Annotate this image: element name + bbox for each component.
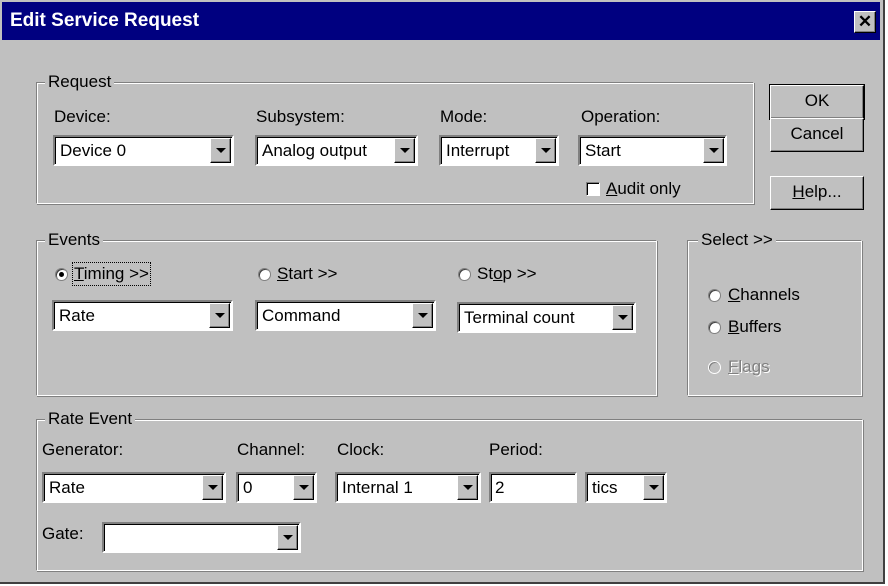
period-input[interactable]: 2 — [489, 472, 577, 503]
start-value: Command — [262, 306, 341, 325]
gate-dropdown[interactable] — [102, 522, 301, 553]
flags-label: Flags — [728, 357, 770, 377]
start-dropdown[interactable]: Command — [255, 300, 436, 331]
chevron-down-icon[interactable] — [394, 138, 415, 163]
stop-value: Terminal count — [464, 308, 575, 327]
timing-radio[interactable] — [55, 268, 68, 281]
generator-value: Rate — [49, 478, 85, 497]
audit-only-checkbox[interactable] — [586, 182, 600, 196]
channels-radio[interactable] — [708, 289, 721, 302]
title-bar: Edit Service Request ✕ — [2, 2, 880, 40]
gate-label: Gate: — [42, 524, 84, 543]
buffers-accel: B — [728, 317, 740, 336]
operation-dropdown[interactable]: Start — [578, 135, 727, 166]
stop-radio[interactable] — [458, 268, 471, 281]
stop-dropdown[interactable]: Terminal count — [457, 302, 636, 333]
start-radio[interactable] — [258, 268, 271, 281]
mode-label: Mode: — [440, 107, 488, 126]
period-unit-value: tics — [592, 478, 618, 497]
generator-label: Generator: — [42, 440, 124, 459]
chevron-down-icon[interactable] — [209, 303, 230, 328]
chevron-down-icon[interactable] — [703, 138, 724, 163]
flags-text: lags — [738, 357, 770, 376]
select-group: Select >> Channels Buffers Flags — [687, 230, 862, 396]
stop-text-post: p >> — [502, 264, 537, 283]
channels-text: hannels — [740, 285, 800, 304]
help-text: elp... — [804, 182, 842, 201]
edit-service-request-dialog: Edit Service Request ✕ Request Device: D… — [0, 0, 885, 584]
mode-value: Interrupt — [446, 141, 510, 160]
audit-only-accel: A — [606, 179, 618, 198]
operation-label: Operation: — [581, 107, 661, 126]
timing-dropdown[interactable]: Rate — [52, 300, 233, 331]
subsystem-label: Subsystem: — [256, 107, 345, 126]
chevron-down-icon[interactable] — [293, 475, 314, 500]
cancel-button[interactable]: Cancel — [770, 118, 864, 152]
chevron-down-icon[interactable] — [457, 475, 478, 500]
clock-dropdown[interactable]: Internal 1 — [335, 472, 481, 503]
generator-dropdown[interactable]: Rate — [42, 472, 226, 503]
clock-label: Clock: — [337, 440, 385, 459]
channel-dropdown[interactable]: 0 — [236, 472, 317, 503]
channels-label[interactable]: Channels — [728, 285, 800, 305]
chevron-down-icon[interactable] — [412, 303, 433, 328]
operation-value: Start — [585, 141, 621, 160]
flags-accel: F — [728, 357, 739, 376]
chevron-down-icon[interactable] — [643, 475, 664, 500]
close-button[interactable]: ✕ — [854, 11, 876, 33]
chevron-down-icon[interactable] — [612, 305, 633, 330]
device-label: Device: — [54, 107, 111, 126]
stop-radio-label[interactable]: Stop >> — [477, 264, 537, 284]
chevron-down-icon[interactable] — [535, 138, 556, 163]
chevron-down-icon[interactable] — [210, 138, 231, 163]
select-legend: Select >> — [698, 230, 776, 250]
timing-text: iming >> — [83, 264, 149, 283]
chevron-down-icon[interactable] — [277, 525, 298, 550]
audit-only-text: udit only — [617, 179, 681, 198]
ok-button[interactable]: OK — [769, 84, 865, 120]
flags-radio — [708, 361, 721, 374]
channels-accel: C — [728, 285, 741, 304]
request-legend: Request — [45, 72, 115, 92]
start-accel: S — [277, 264, 289, 283]
subsystem-dropdown[interactable]: Analog output — [255, 135, 418, 166]
buffers-label[interactable]: Buffers — [728, 317, 782, 337]
timing-value: Rate — [59, 306, 95, 325]
timing-accel: T — [74, 264, 84, 283]
clock-value: Internal 1 — [342, 478, 413, 497]
device-dropdown[interactable]: Device 0 — [53, 135, 234, 166]
rate-event-group: Rate Event Generator: Rate Channel: 0 Cl… — [36, 409, 863, 571]
start-text: tart >> — [288, 264, 338, 283]
events-group: Events Timing >> Rate Start >> Command S… — [36, 230, 657, 396]
request-group: Request Device: Device 0 Subsystem: Anal… — [36, 72, 754, 204]
events-legend: Events — [45, 230, 103, 250]
subsystem-value: Analog output — [262, 141, 367, 160]
mode-dropdown[interactable]: Interrupt — [439, 135, 559, 166]
period-label: Period: — [489, 440, 543, 459]
start-radio-label[interactable]: Start >> — [277, 264, 337, 284]
stop-text-pre: St — [477, 264, 494, 283]
period-unit-dropdown[interactable]: tics — [585, 472, 667, 503]
stop-accel: o — [493, 264, 503, 283]
channel-value: 0 — [243, 478, 253, 497]
chevron-down-icon[interactable] — [202, 475, 223, 500]
help-button[interactable]: Help... — [770, 176, 864, 210]
timing-radio-label[interactable]: Timing >> — [72, 262, 151, 286]
help-accel: H — [792, 182, 805, 201]
buffers-text: uffers — [739, 317, 782, 336]
audit-only-label[interactable]: Audit only — [606, 179, 681, 199]
period-value: 2 — [495, 478, 505, 497]
channel-label: Channel: — [237, 440, 306, 459]
buffers-radio[interactable] — [708, 321, 721, 334]
dialog-title: Edit Service Request — [10, 10, 200, 31]
rate-event-legend: Rate Event — [45, 409, 136, 429]
device-value: Device 0 — [60, 141, 127, 160]
